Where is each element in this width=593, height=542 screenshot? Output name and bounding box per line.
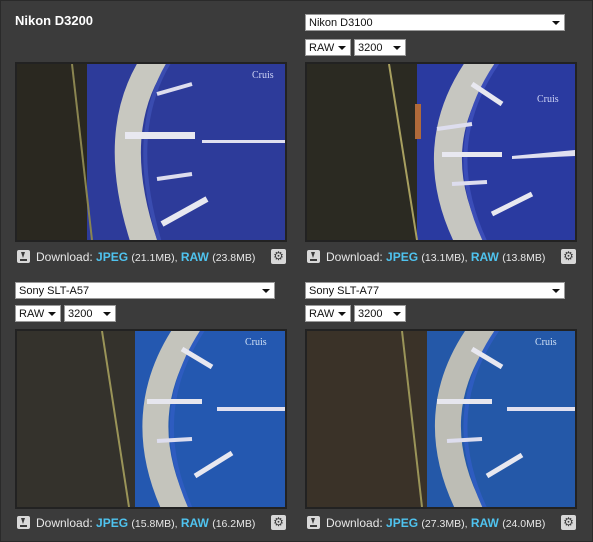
sample-image[interactable]: Cruis bbox=[305, 329, 577, 509]
raw-size: (16.2MB) bbox=[212, 518, 256, 530]
jpeg-link[interactable]: JPEG bbox=[96, 516, 128, 530]
jpeg-size: (21.1MB), bbox=[131, 252, 178, 264]
camera-select-value: Nikon D3100 bbox=[309, 17, 373, 29]
chevron-down-icon bbox=[48, 312, 56, 316]
format-select-value: RAW bbox=[309, 308, 335, 320]
download-icon[interactable] bbox=[17, 250, 30, 263]
download-bar: Download: JPEG (13.1MB), RAW (13.8MB) bbox=[307, 248, 545, 266]
chevron-down-icon bbox=[103, 312, 111, 316]
iso-select[interactable]: 3200 bbox=[64, 305, 116, 322]
format-select-value: RAW bbox=[19, 308, 45, 320]
download-icon[interactable] bbox=[17, 516, 30, 529]
chevron-down-icon bbox=[552, 21, 560, 25]
camera-select-value: Sony SLT-A77 bbox=[309, 285, 380, 297]
svg-text:Cruis: Cruis bbox=[535, 337, 557, 348]
raw-link[interactable]: RAW bbox=[181, 250, 209, 264]
svg-text:Cruis: Cruis bbox=[252, 70, 274, 81]
jpeg-link[interactable]: JPEG bbox=[96, 250, 128, 264]
chevron-down-icon bbox=[393, 312, 401, 316]
sample-image[interactable]: Cruis bbox=[305, 62, 577, 242]
gear-icon[interactable]: ⚙ bbox=[271, 249, 286, 264]
iso-select-value: 3200 bbox=[358, 42, 383, 54]
camera-select[interactable]: Nikon D3100 bbox=[305, 14, 565, 31]
gear-icon[interactable]: ⚙ bbox=[561, 249, 576, 264]
jpeg-size: (13.1MB), bbox=[421, 252, 468, 264]
iso-select[interactable]: 3200 bbox=[354, 305, 406, 322]
format-select[interactable]: RAW bbox=[15, 305, 61, 322]
jpeg-size: (27.3MB), bbox=[421, 518, 468, 530]
chevron-down-icon bbox=[393, 46, 401, 50]
chevron-down-icon bbox=[338, 46, 346, 50]
svg-text:Cruis: Cruis bbox=[245, 337, 267, 348]
camera-select[interactable]: Sony SLT-A57 bbox=[15, 282, 275, 299]
chevron-down-icon bbox=[552, 289, 560, 293]
panel-title: Nikon D3200 bbox=[15, 13, 94, 28]
iso-select[interactable]: 3200 bbox=[354, 39, 406, 56]
chevron-down-icon bbox=[262, 289, 270, 293]
jpeg-link[interactable]: JPEG bbox=[386, 250, 418, 264]
download-label: Download: bbox=[36, 516, 93, 530]
iso-select-value: 3200 bbox=[68, 308, 93, 320]
format-select-value: RAW bbox=[309, 42, 335, 54]
download-label: Download: bbox=[326, 516, 383, 530]
download-bar: Download: JPEG (27.3MB), RAW (24.0MB) bbox=[307, 514, 545, 532]
download-icon[interactable] bbox=[307, 250, 320, 263]
svg-text:Cruis: Cruis bbox=[537, 94, 559, 105]
gear-icon[interactable]: ⚙ bbox=[561, 515, 576, 530]
sample-image[interactable]: Cruis bbox=[15, 62, 287, 242]
chevron-down-icon bbox=[338, 312, 346, 316]
download-bar: Download: JPEG (15.8MB), RAW (16.2MB) bbox=[17, 514, 255, 532]
format-select[interactable]: RAW bbox=[305, 39, 351, 56]
download-bar: Download: JPEG (21.1MB), RAW (23.8MB) bbox=[17, 248, 255, 266]
download-label: Download: bbox=[36, 250, 93, 264]
download-icon[interactable] bbox=[307, 516, 320, 529]
raw-size: (23.8MB) bbox=[212, 252, 256, 264]
sample-image[interactable]: Cruis bbox=[15, 329, 287, 509]
jpeg-size: (15.8MB), bbox=[131, 518, 178, 530]
raw-link[interactable]: RAW bbox=[181, 516, 209, 530]
raw-link[interactable]: RAW bbox=[471, 250, 499, 264]
camera-select-value: Sony SLT-A57 bbox=[19, 285, 90, 297]
download-label: Download: bbox=[326, 250, 383, 264]
camera-select[interactable]: Sony SLT-A77 bbox=[305, 282, 565, 299]
gear-icon[interactable]: ⚙ bbox=[271, 515, 286, 530]
raw-size: (24.0MB) bbox=[502, 518, 546, 530]
raw-size: (13.8MB) bbox=[502, 252, 546, 264]
jpeg-link[interactable]: JPEG bbox=[386, 516, 418, 530]
iso-select-value: 3200 bbox=[358, 308, 383, 320]
format-select[interactable]: RAW bbox=[305, 305, 351, 322]
raw-link[interactable]: RAW bbox=[471, 516, 499, 530]
